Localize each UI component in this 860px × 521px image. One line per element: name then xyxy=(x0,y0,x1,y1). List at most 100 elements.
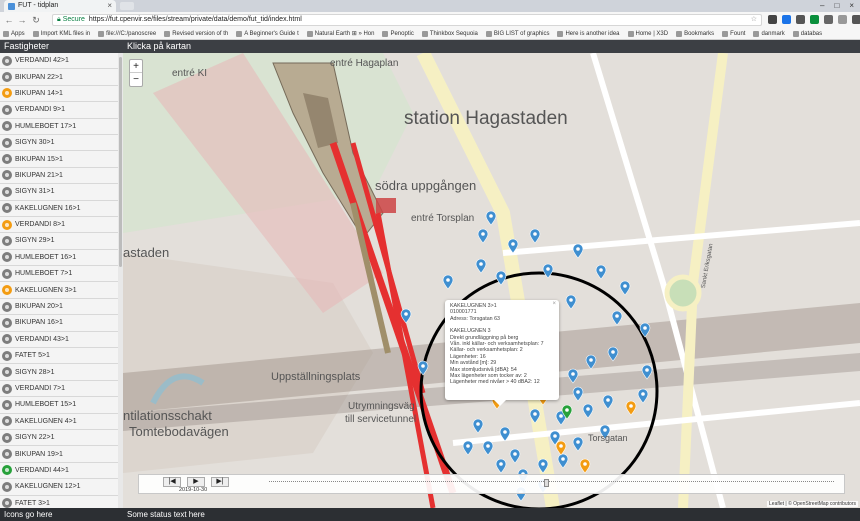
sidebar-item[interactable]: BIKUPAN 21>1 xyxy=(0,168,118,185)
property-popup: × KAKELUGNEN 3>1 010001771 Adress: Torsgat… xyxy=(445,300,559,400)
sidebar-item-label: BIKUPAN 15>1 xyxy=(15,155,63,163)
back-icon[interactable]: ← xyxy=(3,14,15,26)
bookmark-icon xyxy=(236,30,243,37)
timeline-control: |◀ ▶ ▶| 2019-10-30 xyxy=(138,474,845,494)
map-marker-dot xyxy=(486,444,490,448)
popup-close-icon[interactable]: × xyxy=(552,301,556,307)
sidebar-item[interactable]: HUMLEBOET 15>1 xyxy=(0,397,118,414)
bookmark-item[interactable]: Natural Earth ⊞ » Hon xyxy=(306,28,375,39)
bookmark-label: Fount xyxy=(730,30,746,37)
sidebar-item[interactable]: VERDANDI 8>1 xyxy=(0,217,118,234)
extension-icon[interactable] xyxy=(768,15,777,24)
forward-icon[interactable]: → xyxy=(16,14,28,26)
sidebar-item[interactable]: FATET 3>1 xyxy=(0,496,118,508)
secure-label: Secure xyxy=(62,16,85,23)
reload-icon[interactable]: ↻ xyxy=(30,14,42,26)
sidebar-item[interactable]: KAKELUGNEN 3>1 xyxy=(0,282,118,299)
sidebar-item[interactable]: HUMLEBOET 7>1 xyxy=(0,266,118,283)
map-marker-dot xyxy=(603,428,607,432)
bookmark-item[interactable]: BIG LIST of graphics xyxy=(485,28,549,39)
sidebar-item[interactable]: BIKUPAN 20>1 xyxy=(0,299,118,316)
bookmark-item[interactable]: Bookmarks xyxy=(676,28,714,39)
timeline-play-button[interactable]: ▶ xyxy=(187,477,205,487)
bookmark-icon xyxy=(485,30,492,37)
sidebar-item[interactable]: BIKUPAN 19>1 xyxy=(0,446,118,463)
sidebar-item[interactable]: BIKUPAN 15>1 xyxy=(0,151,118,168)
sidebar-item[interactable]: SIGYN 31>1 xyxy=(0,184,118,201)
map-marker-dot xyxy=(476,422,480,426)
scrollbar-thumb[interactable] xyxy=(119,57,122,267)
map-marker-dot xyxy=(589,358,593,362)
browser-tab[interactable]: FUT - tidplan × xyxy=(4,0,116,12)
timeline-slider-handle[interactable] xyxy=(544,479,549,487)
sidebar-item[interactable]: BIKUPAN 14>1 xyxy=(0,86,118,103)
sidebar-item[interactable]: SIGYN 28>1 xyxy=(0,364,118,381)
minimize-icon[interactable]: – xyxy=(820,0,824,12)
bookmark-icon xyxy=(557,30,564,37)
extension-icon[interactable] xyxy=(796,15,805,24)
extension-icon[interactable] xyxy=(824,15,833,24)
house-status-icon xyxy=(2,235,12,246)
menu-icon[interactable] xyxy=(852,15,860,24)
maximize-icon[interactable]: □ xyxy=(834,0,839,12)
new-tab-button[interactable] xyxy=(120,2,134,10)
sidebar-item[interactable]: VERDANDI 43>1 xyxy=(0,332,118,349)
bookmark-item[interactable]: Home | X3D xyxy=(627,28,668,39)
sidebar-item[interactable]: KAKELUGNEN 4>1 xyxy=(0,414,118,430)
lock-icon: 🔒︎ xyxy=(57,16,61,23)
sidebar-item[interactable]: KAKELUGNEN 16>1 xyxy=(0,201,118,217)
sidebar-item[interactable]: FATET 5>1 xyxy=(0,348,118,365)
bookmark-item[interactable]: file:///C:/panoscree xyxy=(98,28,156,39)
map-view[interactable]: + − entré KI entré Hagaplan station Haga… xyxy=(123,53,860,508)
bookmark-icon xyxy=(676,30,683,37)
bookmark-star-icon[interactable]: ☆ xyxy=(751,15,757,25)
sidebar-item[interactable]: HUMLEBOET 17>1 xyxy=(0,119,118,135)
timeline-track[interactable] xyxy=(269,481,834,485)
map-label: station Hagastaden xyxy=(404,108,568,129)
bookmark-item[interactable]: databas xyxy=(792,28,822,39)
bookmark-label: Natural Earth ⊞ » Hon xyxy=(314,30,375,37)
sidebar-item[interactable]: VERDANDI 42>1 xyxy=(0,53,118,70)
timeline-last-button[interactable]: ▶| xyxy=(211,477,229,487)
map-marker-dot xyxy=(569,298,573,302)
timeline-first-button[interactable]: |◀ xyxy=(163,477,181,487)
bookmark-item[interactable]: Import KML files in xyxy=(32,28,90,39)
bookmark-icon xyxy=(98,30,105,37)
bookmark-item[interactable]: Penoptic xyxy=(382,28,414,39)
bookmark-label: Bookmarks xyxy=(684,30,715,37)
sidebar-item[interactable]: KAKELUGNEN 12>1 xyxy=(0,479,118,496)
bookmark-item[interactable]: Apps xyxy=(3,28,25,39)
map-marker-dot xyxy=(576,440,580,444)
sidebar-item[interactable]: VERDANDI 7>1 xyxy=(0,381,118,398)
map-marker-dot xyxy=(606,398,610,402)
sidebar-item-label: SIGYN 28>1 xyxy=(15,368,55,376)
sidebar-item[interactable]: VERDANDI 44>1 xyxy=(0,463,118,480)
sidebar-item[interactable]: SIGYN 29>1 xyxy=(0,233,118,250)
zoom-out-button[interactable]: − xyxy=(130,73,142,86)
bookmark-item[interactable]: A Beginner's Guide t xyxy=(236,28,299,39)
sidebar-item-label: BIKUPAN 16>1 xyxy=(15,319,63,327)
window-close-icon[interactable]: × xyxy=(849,0,854,12)
bookmark-item[interactable]: Here is another idea xyxy=(557,28,620,39)
sidebar-item[interactable]: SIGYN 30>1 xyxy=(0,135,118,152)
address-bar[interactable]: 🔒︎ Secure https://fut.cpenvir.se/files/str… xyxy=(52,14,762,26)
house-status-icon xyxy=(2,55,12,66)
bookmark-item[interactable]: Thinkbox Sequoia xyxy=(421,28,478,39)
sidebar-item[interactable]: BIKUPAN 22>1 xyxy=(0,69,118,86)
map-marker-dot xyxy=(586,407,590,411)
map-attribution: Leaflet | © OpenStreetMap contributors xyxy=(767,501,858,507)
zoom-in-button[interactable]: + xyxy=(130,60,142,73)
sidebar-item[interactable]: VERDANDI 9>1 xyxy=(0,102,118,119)
extension-icon[interactable] xyxy=(810,15,819,24)
tab-close-icon[interactable]: × xyxy=(107,0,112,12)
sidebar-item[interactable]: BIKUPAN 16>1 xyxy=(0,315,118,332)
bookmark-item[interactable]: danmark xyxy=(753,28,785,39)
bookmark-item[interactable]: Revised version of th xyxy=(164,28,228,39)
extension-icon[interactable] xyxy=(782,15,791,24)
sidebar-item-label: VERDANDI 44>1 xyxy=(15,466,69,474)
extension-icon[interactable] xyxy=(838,15,847,24)
sidebar-item[interactable]: HUMLEBOET 16>1 xyxy=(0,250,118,267)
sidebar-item[interactable]: SIGYN 22>1 xyxy=(0,430,118,447)
map-marker-dot xyxy=(421,364,425,368)
bookmark-item[interactable]: Fount xyxy=(722,28,745,39)
